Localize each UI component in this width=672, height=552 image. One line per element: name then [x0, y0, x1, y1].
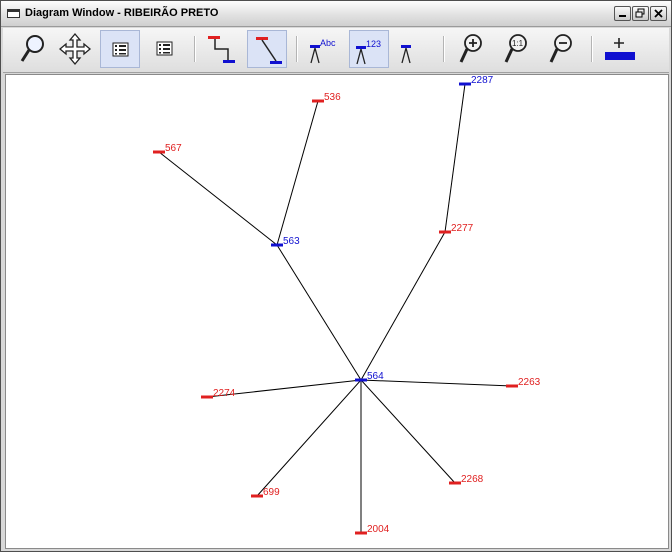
restore-icon	[635, 8, 645, 18]
node-label: 2287	[471, 75, 494, 86]
magnifier-icon	[20, 35, 44, 62]
labels-number-button[interactable]: 123	[349, 30, 389, 68]
list-tool-2-button[interactable]	[145, 30, 185, 68]
toolbar: Abc 123 1:1	[3, 28, 669, 73]
list-icon	[112, 42, 129, 57]
close-button[interactable]	[650, 6, 667, 21]
diagram-edge-2277-2287[interactable]	[444, 83, 466, 233]
svg-text:1:1: 1:1	[512, 39, 524, 48]
window-icon	[7, 9, 20, 18]
node-label: 2268	[461, 474, 484, 485]
toolbar-separator	[443, 36, 445, 62]
node-label: 2277	[451, 223, 474, 234]
abc-label-icon: Abc	[310, 38, 336, 64]
zoom-reset-button[interactable]: 1:1	[496, 30, 536, 68]
diagram-edge-564-2268[interactable]	[360, 379, 456, 484]
number-label-icon: 123	[356, 39, 381, 65]
svg-text:123: 123	[366, 39, 381, 49]
node-label: 699	[263, 487, 280, 498]
zoom-in-button[interactable]	[451, 30, 491, 68]
node-marker[interactable]	[153, 150, 165, 154]
diagram-node-2004[interactable]: 2004	[355, 524, 390, 535]
node-marker[interactable]	[201, 395, 213, 399]
straight-links-button[interactable]	[247, 30, 287, 68]
toolbar-separator	[194, 36, 196, 62]
diagram-node-2274[interactable]: 2274	[201, 388, 236, 399]
node-marker[interactable]	[449, 481, 461, 485]
diagram-edge-564-699[interactable]	[256, 379, 362, 497]
node-marker[interactable]	[439, 230, 451, 234]
node-marker[interactable]	[251, 494, 263, 498]
node-label: 2274	[213, 388, 236, 399]
labels-text-button[interactable]: Abc	[304, 30, 344, 68]
restore-button[interactable]	[632, 6, 649, 21]
node-label: 536	[324, 92, 341, 103]
diagram-node-2268[interactable]: 2268	[449, 474, 484, 485]
diagram-edge-563-536[interactable]	[276, 100, 319, 246]
list-tool-1-button[interactable]	[100, 30, 140, 68]
zoom-in-icon	[459, 34, 482, 63]
add-node-icon	[605, 38, 635, 60]
node-marker[interactable]	[271, 243, 283, 247]
toolbar-separator	[591, 36, 593, 62]
pan-tool-button[interactable]	[55, 30, 95, 68]
diagram-edge-563-567[interactable]	[158, 151, 278, 246]
node-marker[interactable]	[355, 531, 367, 535]
add-node-button[interactable]	[599, 30, 639, 68]
node-label: 567	[165, 143, 182, 154]
svg-text:Abc: Abc	[320, 38, 336, 48]
labels-none-button[interactable]	[393, 30, 433, 68]
diagram-node-2277[interactable]: 2277	[439, 223, 474, 234]
title-bar[interactable]: Diagram Window - RIBEIRÃO PRETO	[1, 1, 671, 27]
node-marker[interactable]	[355, 378, 367, 382]
diagram-canvas[interactable]: 536 567 563 2287 2277 564 2274 2263 699 2268 2004	[5, 74, 669, 549]
diagram-edge-564-2277[interactable]	[360, 231, 446, 381]
toolbar-separator	[296, 36, 298, 62]
diagram-node-699[interactable]: 699	[251, 487, 280, 498]
straight-link-icon	[256, 37, 282, 64]
move-arrows-icon	[58, 32, 92, 66]
close-icon	[654, 9, 663, 18]
minimize-icon	[619, 15, 626, 17]
orthogonal-link-icon	[208, 36, 235, 63]
zoom-out-button[interactable]	[541, 30, 581, 68]
node-label: 2263	[518, 377, 541, 388]
zoom-out-icon	[549, 34, 572, 63]
diagram-edge-563-564[interactable]	[276, 244, 362, 381]
node-label: 563	[283, 236, 300, 247]
diagram-node-2287[interactable]: 2287	[459, 75, 494, 86]
diagram-window: Diagram Window - RIBEIRÃO PRETO Abc 123 …	[0, 0, 672, 552]
minimize-button[interactable]	[614, 6, 631, 21]
diagram-node-2263[interactable]: 2263	[506, 377, 541, 388]
network-diagram[interactable]: 536 567 563 2287 2277 564 2274 2263 699 2268 2004	[6, 75, 668, 548]
zoom-1to1-icon: 1:1	[504, 34, 527, 63]
node-marker[interactable]	[459, 82, 471, 86]
diagram-node-563[interactable]: 563	[271, 236, 300, 247]
node-marker[interactable]	[312, 99, 324, 103]
node-marker[interactable]	[506, 384, 518, 388]
list-icon	[156, 41, 173, 56]
node-label: 2004	[367, 524, 390, 535]
node-label: 564	[367, 371, 384, 382]
no-label-icon	[401, 45, 411, 64]
diagram-node-536[interactable]: 536	[312, 92, 341, 103]
orthogonal-links-button[interactable]	[202, 30, 242, 68]
diagram-node-567[interactable]: 567	[153, 143, 182, 154]
search-tool-button[interactable]	[11, 30, 51, 68]
window-title: Diagram Window - RIBEIRÃO PRETO	[25, 7, 219, 19]
